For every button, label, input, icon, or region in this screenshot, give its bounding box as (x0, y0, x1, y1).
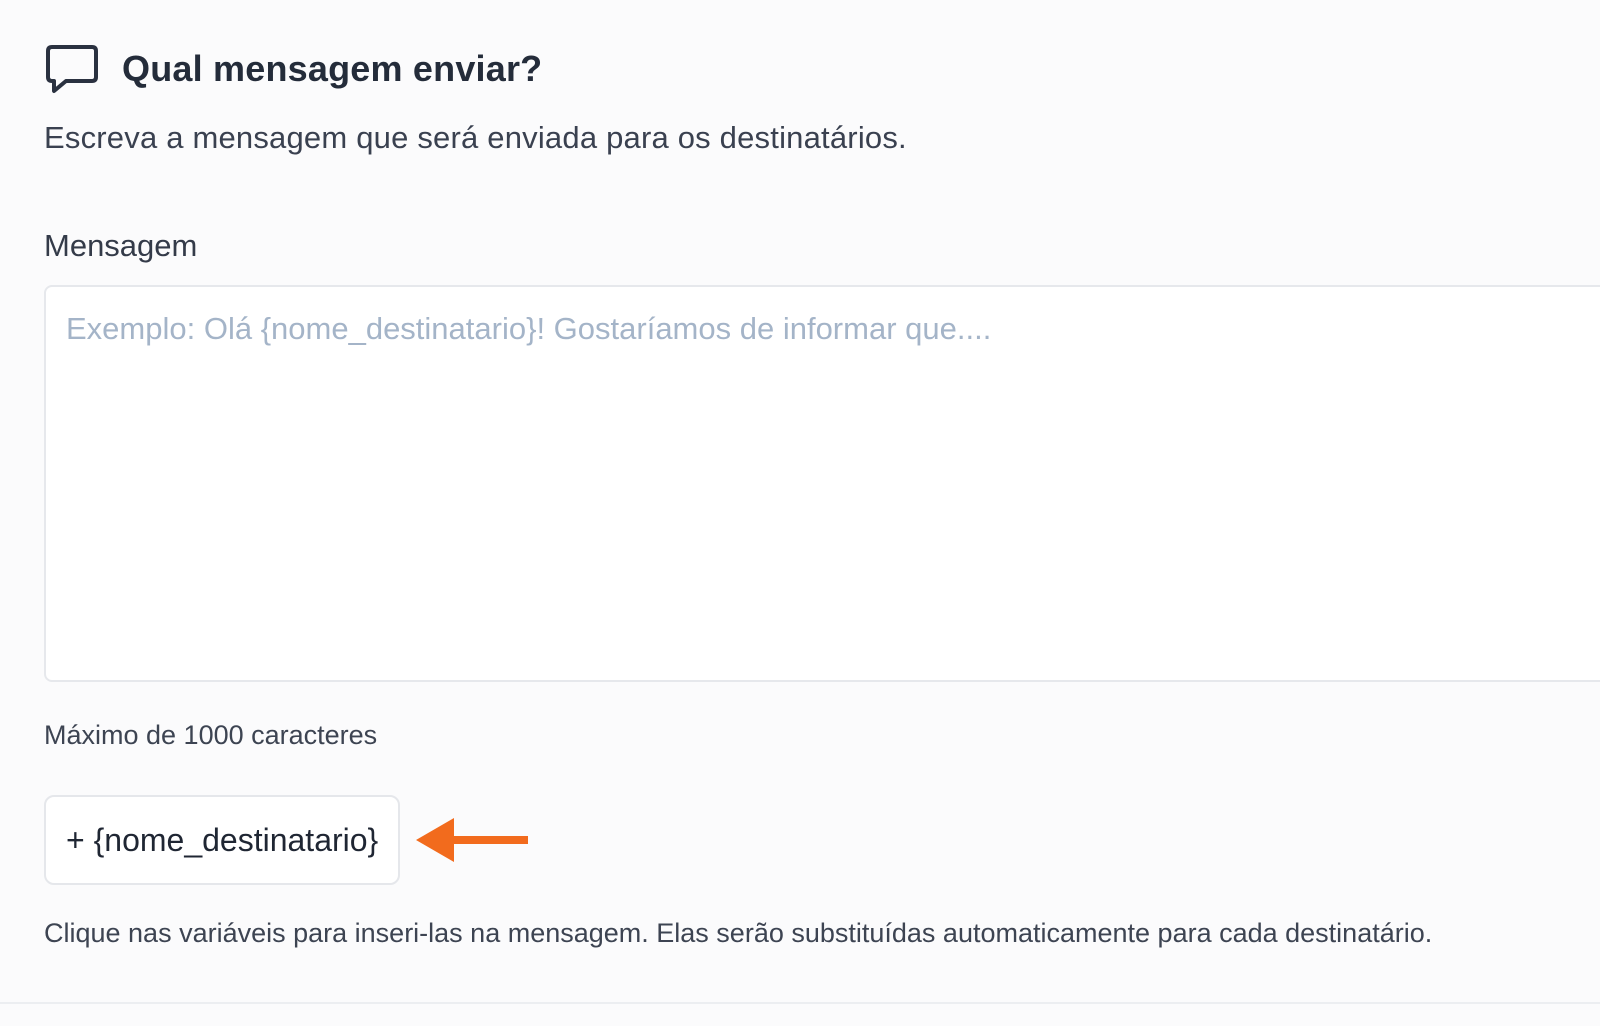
message-composer-page: Qual mensagem enviar? Escreva a mensagem… (0, 0, 1600, 1026)
character-limit-hint: Máximo de 1000 caracteres (44, 720, 378, 750)
section-title: Qual mensagem enviar? (122, 48, 543, 89)
section-header: Qual mensagem enviar? (44, 40, 542, 96)
section-subtitle: Escreva a mensagem que será enviada para… (44, 120, 907, 155)
variables-note: Clique nas variáveis para inseri-las na … (44, 918, 1433, 948)
message-label: Mensagem (44, 228, 198, 263)
insert-variable-button[interactable]: + {nome_destinatario} (44, 795, 401, 885)
arrow-left-icon (416, 818, 529, 862)
chat-bubble-icon (46, 45, 98, 93)
bottom-divider (0, 1002, 1600, 1004)
variables-row: + {nome_destinatario} (44, 795, 530, 885)
message-textarea[interactable] (44, 285, 1600, 682)
